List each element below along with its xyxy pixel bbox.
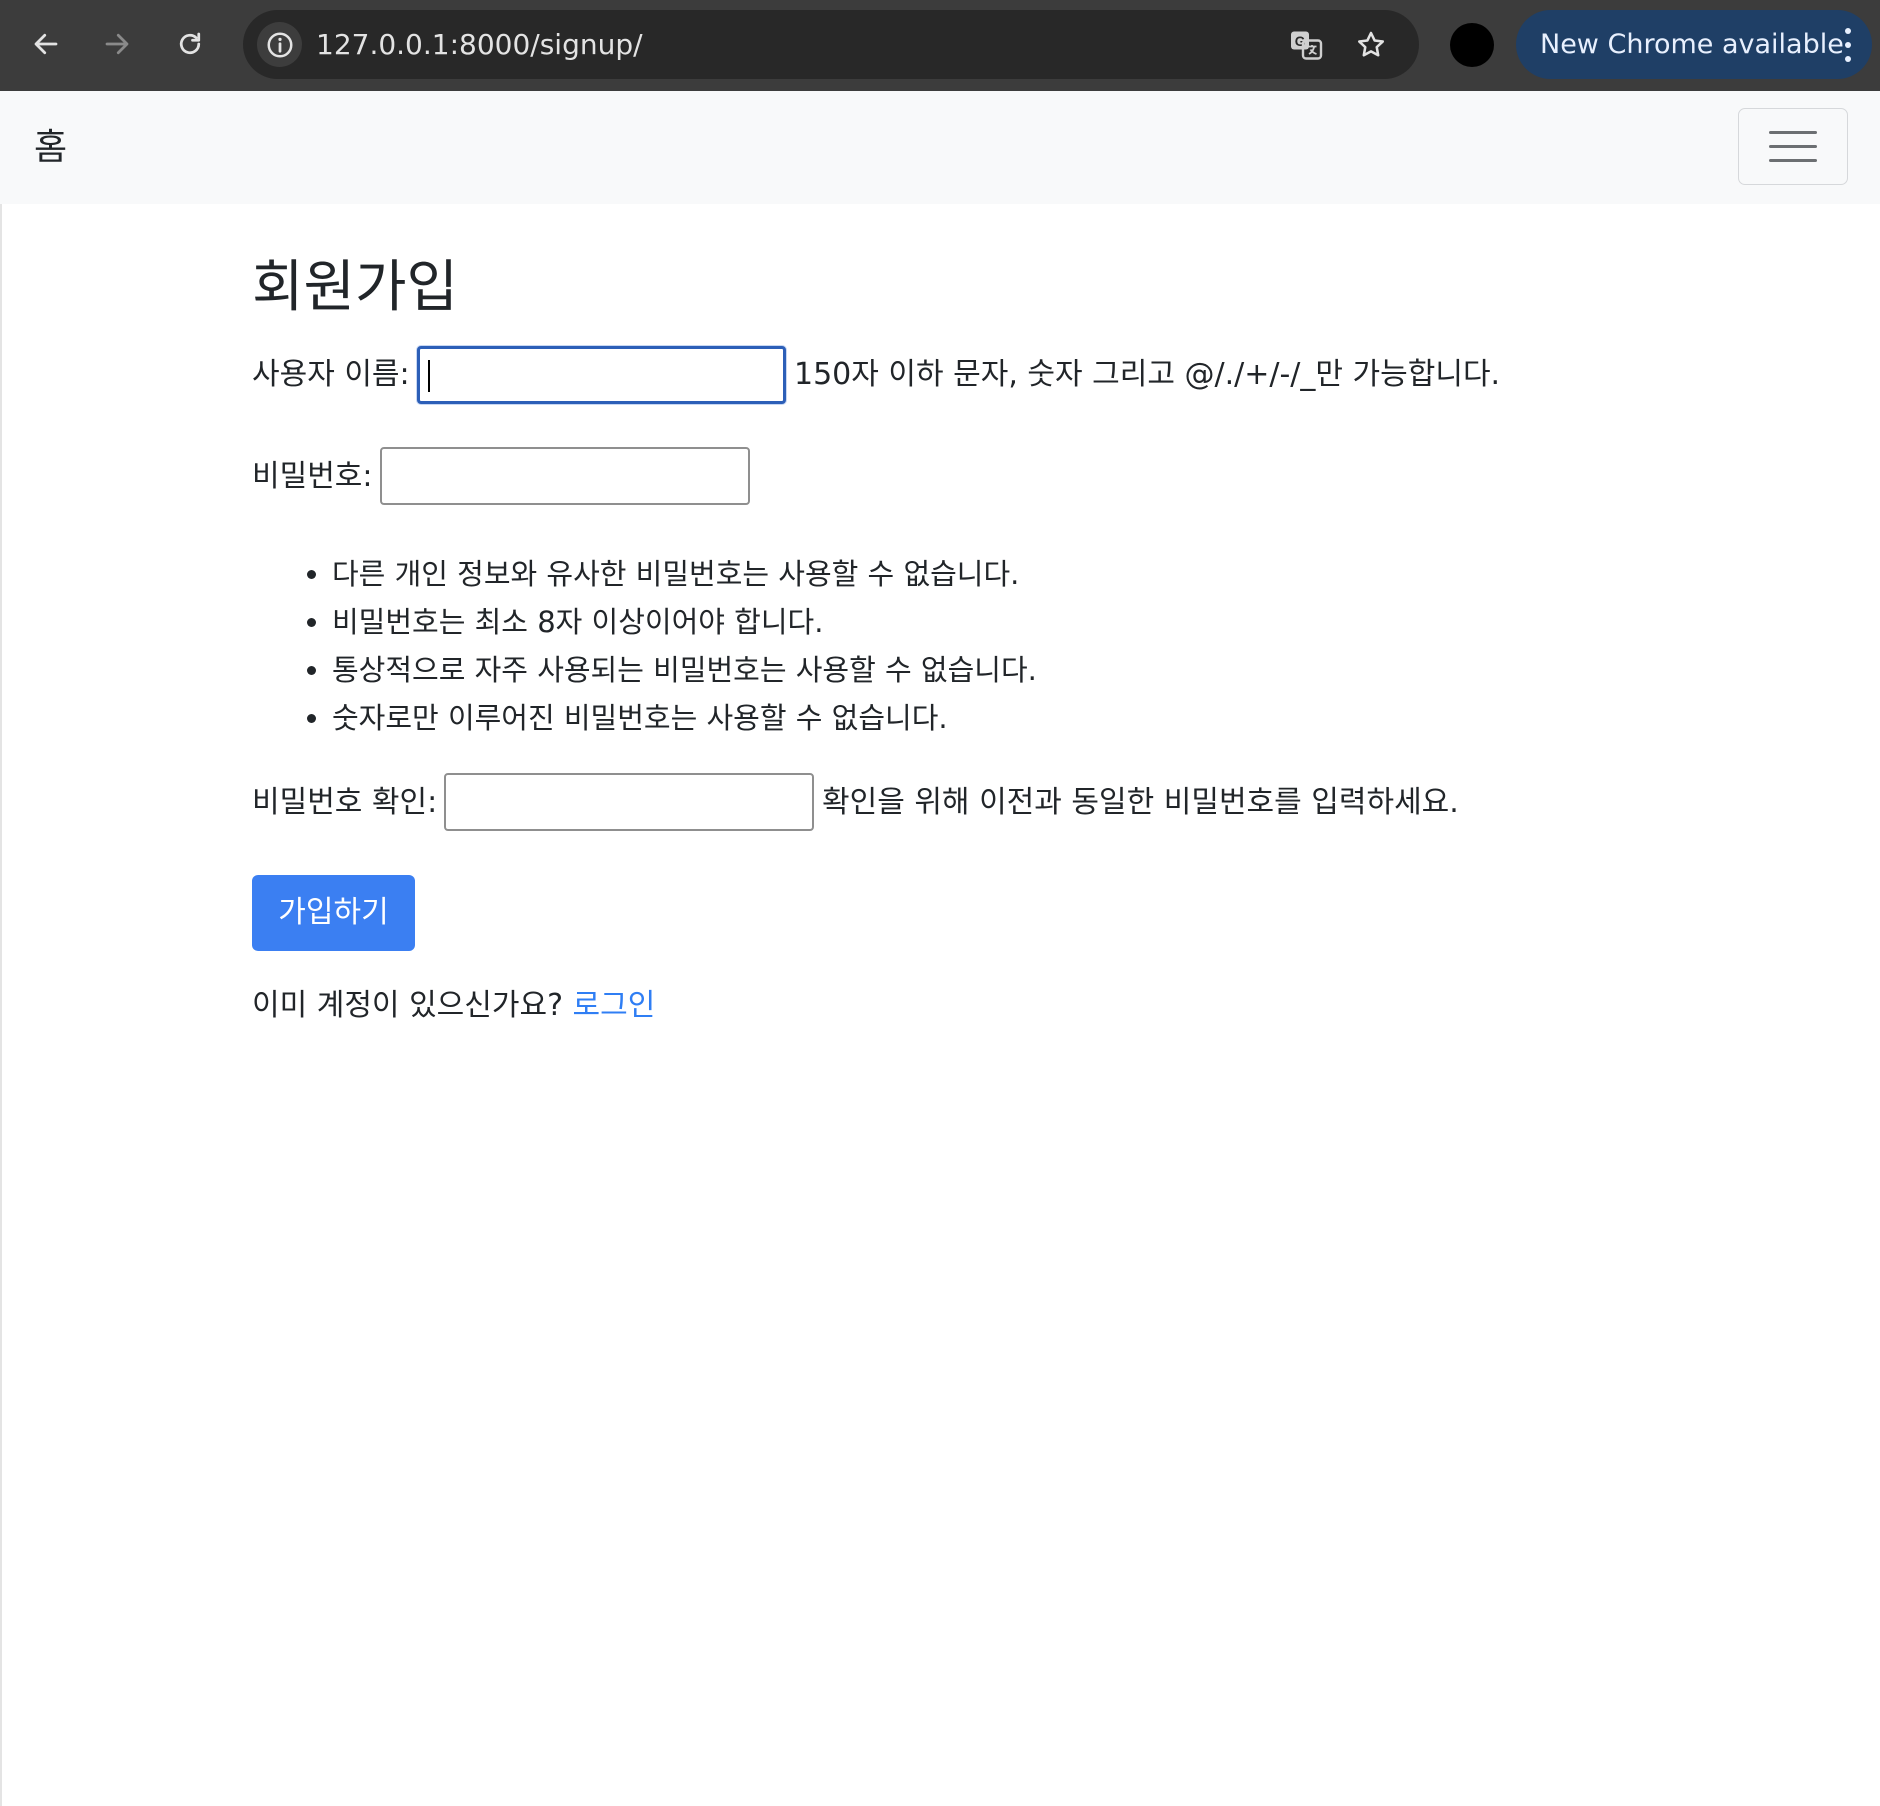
site-info-button[interactable] [257,22,302,67]
back-button[interactable] [22,20,70,68]
password-input[interactable] [380,447,750,505]
navbar-brand-home[interactable]: 홈 [34,91,67,204]
reload-icon [179,32,201,55]
bookmark-button[interactable] [1353,27,1389,63]
signup-submit-button[interactable]: 가입하기 [252,875,415,951]
text-caret [428,360,430,392]
reload-button[interactable] [166,20,214,68]
browser-toolbar: 127.0.0.1:8000/signup/ G New Chrome avai… [0,0,1880,91]
address-bar[interactable]: 127.0.0.1:8000/signup/ G [243,10,1419,79]
login-prompt: 이미 계정이 있으신가요? 로그인 [252,986,655,1026]
list-item: 다른 개인 정보와 유사한 비밀번호는 사용할 수 없습니다. [332,550,1037,598]
arrow-right-icon [105,33,129,55]
profile-avatar[interactable] [1450,23,1494,67]
hamburger-icon [1769,131,1817,134]
translate-button[interactable]: G [1288,27,1324,63]
navbar-toggler-button[interactable] [1738,108,1848,185]
forward-button[interactable] [93,20,141,68]
chrome-update-label: New Chrome available [1540,29,1844,60]
arrow-left-icon [34,33,58,55]
username-help-text: 150자 이하 문자, 숫자 그리고 @/./+/-/_만 가능합니다. [794,357,1501,392]
chrome-update-button[interactable]: New Chrome available [1516,10,1872,79]
password-confirm-help-text: 확인을 위해 이전과 동일한 비밀번호를 입력하세요. [822,785,1459,820]
password-confirm-input[interactable] [444,773,814,831]
translate-icon: G [1291,31,1323,60]
list-item: 통상적으로 자주 사용되는 비밀번호는 사용할 수 없습니다. [332,646,1037,694]
list-item: 비밀번호는 최소 8자 이상이어야 합니다. [332,598,1037,646]
username-label: 사용자 이름: [252,357,410,392]
login-prompt-text: 이미 계정이 있으신가요? [252,988,563,1023]
info-icon [267,32,292,57]
list-item: 숫자로만 이루어진 비밀번호는 사용할 수 없습니다. [332,694,1037,742]
site-navbar: 홈 [0,91,1880,204]
login-link[interactable]: 로그인 [573,988,656,1023]
star-icon [1358,31,1384,57]
password-help-list: 다른 개인 정보와 유사한 비밀번호는 사용할 수 없습니다. 비밀번호는 최소… [252,550,1037,742]
viewport-edge [0,204,2,1806]
password-confirm-label: 비밀번호 확인: [252,785,438,820]
username-input[interactable] [417,346,786,404]
page-title: 회원가입 [252,255,459,320]
password-label: 비밀번호: [252,459,373,494]
more-menu-icon[interactable] [1842,28,1854,62]
url-text[interactable]: 127.0.0.1:8000/signup/ [316,10,643,79]
